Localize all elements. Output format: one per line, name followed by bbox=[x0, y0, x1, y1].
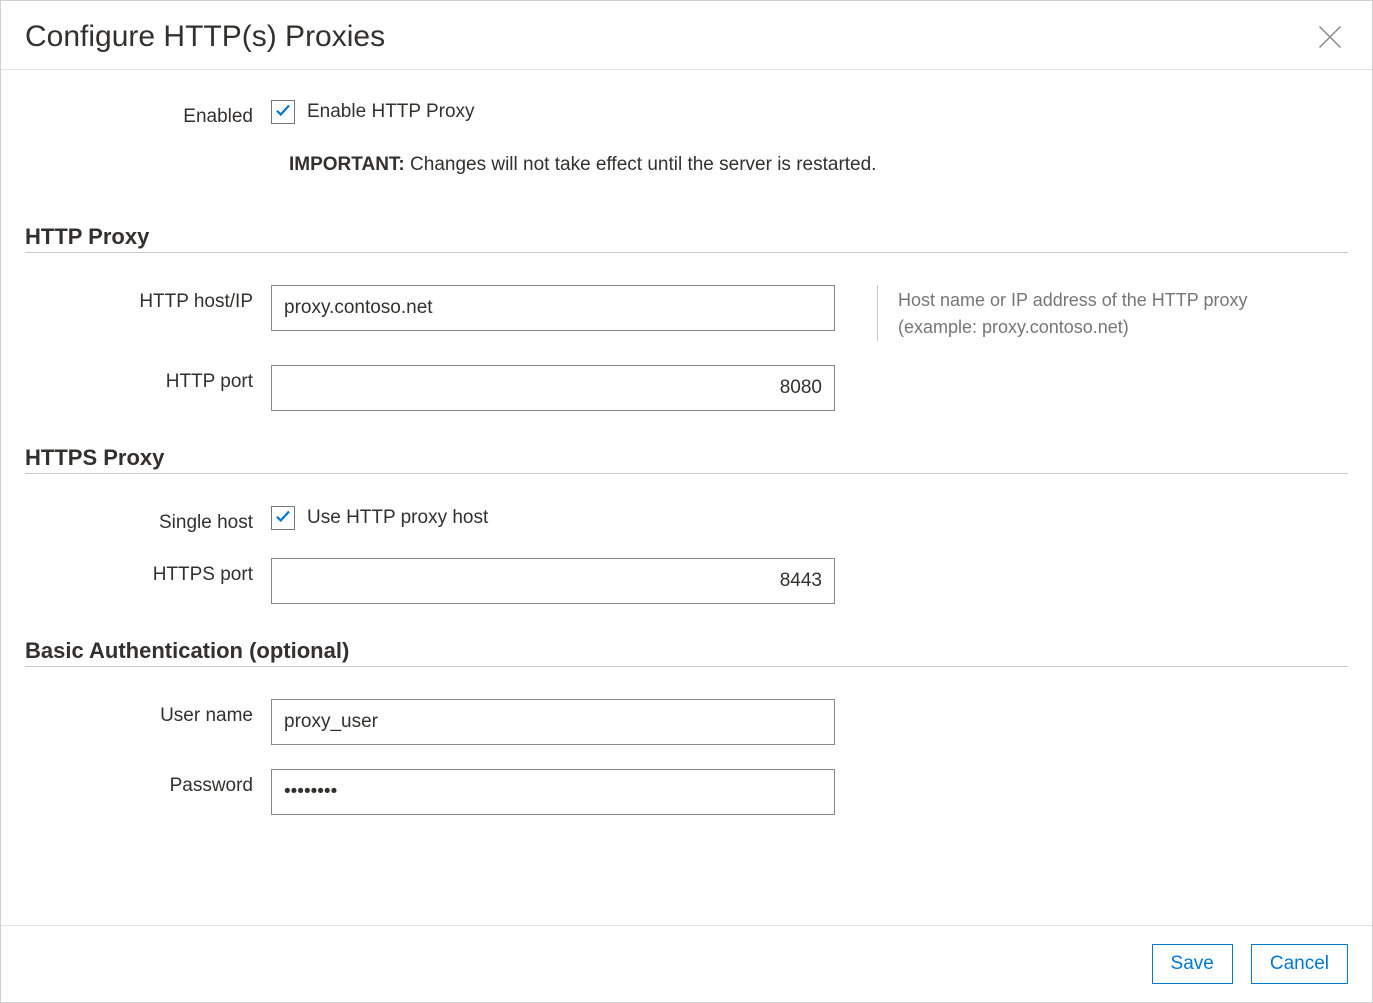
username-label: User name bbox=[25, 699, 271, 727]
enabled-label: Enabled bbox=[25, 100, 271, 128]
http-host-label: HTTP host/IP bbox=[25, 285, 271, 313]
http-host-input[interactable] bbox=[271, 285, 835, 331]
https-port-input[interactable] bbox=[271, 558, 835, 604]
enabled-checkbox-label: Enable HTTP Proxy bbox=[307, 101, 475, 123]
password-label: Password bbox=[25, 769, 271, 797]
single-host-row: Single host Use HTTP proxy host bbox=[25, 506, 1348, 534]
close-button[interactable] bbox=[1312, 19, 1348, 55]
enabled-row: Enabled Enable HTTP Proxy bbox=[25, 100, 1348, 128]
save-button[interactable]: Save bbox=[1152, 944, 1233, 984]
http-proxy-section: HTTP Proxy HTTP host/IP Host name or IP … bbox=[25, 224, 1348, 411]
dialog-body: Enabled Enable HTTP Proxy IMPORTANT: Cha… bbox=[1, 70, 1372, 925]
username-row: User name bbox=[25, 699, 1348, 745]
dialog-footer: Save Cancel bbox=[1, 925, 1372, 1002]
http-host-row: HTTP host/IP Host name or IP address of … bbox=[25, 285, 1348, 341]
checkmark-icon bbox=[274, 101, 292, 123]
http-port-input[interactable] bbox=[271, 365, 835, 411]
username-input[interactable] bbox=[271, 699, 835, 745]
http-host-help: Host name or IP address of the HTTP prox… bbox=[877, 285, 1257, 341]
single-host-checkbox-label: Use HTTP proxy host bbox=[307, 507, 488, 529]
dialog-header: Configure HTTP(s) Proxies bbox=[1, 1, 1372, 70]
http-port-label: HTTP port bbox=[25, 365, 271, 393]
password-row: Password bbox=[25, 769, 1348, 815]
basic-auth-section-title: Basic Authentication (optional) bbox=[25, 638, 1348, 667]
single-host-label: Single host bbox=[25, 506, 271, 534]
configure-proxies-dialog: Configure HTTP(s) Proxies Enabled Enable… bbox=[0, 0, 1373, 1003]
dialog-title: Configure HTTP(s) Proxies bbox=[25, 20, 385, 54]
https-proxy-section-title: HTTPS Proxy bbox=[25, 445, 1348, 474]
important-note: IMPORTANT: Changes will not take effect … bbox=[289, 154, 1348, 176]
cancel-button[interactable]: Cancel bbox=[1251, 944, 1348, 984]
checkmark-icon bbox=[274, 507, 292, 529]
http-proxy-section-title: HTTP Proxy bbox=[25, 224, 1348, 253]
https-port-label: HTTPS port bbox=[25, 558, 271, 586]
important-prefix: IMPORTANT: bbox=[289, 154, 405, 175]
password-input[interactable] bbox=[271, 769, 835, 815]
https-proxy-section: HTTPS Proxy Single host Use HTTP proxy h… bbox=[25, 445, 1348, 604]
http-port-row: HTTP port bbox=[25, 365, 1348, 411]
important-text: Changes will not take effect until the s… bbox=[405, 154, 877, 175]
single-host-checkbox[interactable] bbox=[271, 506, 295, 530]
basic-auth-section: Basic Authentication (optional) User nam… bbox=[25, 638, 1348, 815]
https-port-row: HTTPS port bbox=[25, 558, 1348, 604]
enabled-checkbox[interactable] bbox=[271, 100, 295, 124]
